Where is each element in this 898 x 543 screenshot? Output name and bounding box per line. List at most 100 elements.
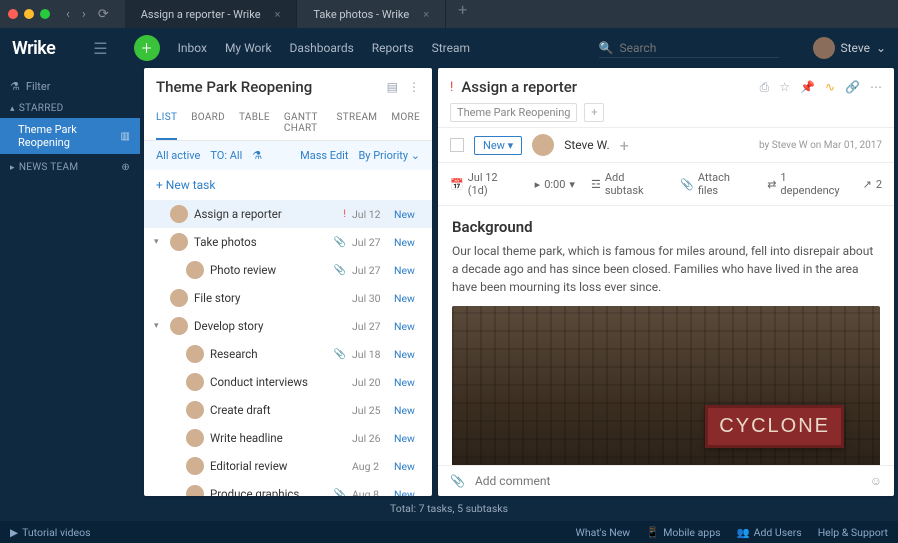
rss-icon[interactable]: ∿ — [825, 80, 835, 95]
tab-stream[interactable]: STREAM — [337, 106, 378, 140]
task-title: Conduct interviews — [210, 375, 346, 389]
global-add-button[interactable]: + — [134, 35, 160, 61]
breadcrumb-add[interactable]: + — [584, 103, 604, 122]
avatar — [186, 429, 204, 447]
mobile-apps-link[interactable]: 📱 Mobile apps — [646, 526, 720, 539]
nav-mywork[interactable]: My Work — [225, 41, 272, 55]
tutorial-link[interactable]: ▶ Tutorial videos — [10, 526, 90, 539]
status-pill[interactable]: New ▾ — [474, 136, 522, 155]
complete-checkbox[interactable] — [450, 138, 464, 152]
task-row[interactable]: Photo review📎Jul 27New — [144, 256, 432, 284]
sidebar-item-label: Theme Park Reopening — [18, 123, 121, 149]
nav-inbox[interactable]: Inbox — [178, 41, 207, 55]
more-icon[interactable]: ⋮ — [408, 80, 420, 94]
add-assignee-button[interactable]: + — [620, 136, 629, 155]
created-by: by Steve W on Mar 01, 2017 — [759, 140, 882, 151]
sidebar-filter[interactable]: ⚗Filter — [0, 78, 140, 95]
task-row[interactable]: Write headlineJul 26New — [144, 424, 432, 452]
share-button[interactable]: ↗ 2 — [863, 178, 882, 191]
task-row[interactable]: File storyJul 30New — [144, 284, 432, 312]
nav-refresh-icon[interactable]: ⟳ — [98, 7, 109, 22]
link-icon[interactable]: 🔗 — [845, 80, 860, 95]
sidebar-group-starred[interactable]: ▴STARRED — [0, 95, 140, 118]
sidebar-item-theme-park[interactable]: Theme Park Reopening▥ — [0, 118, 140, 154]
attach-icon[interactable]: 📎 — [450, 474, 465, 488]
search-input[interactable] — [619, 41, 778, 55]
pin-icon[interactable]: 📌 — [800, 80, 815, 95]
task-status: New — [394, 320, 422, 333]
task-title: Create draft — [210, 403, 346, 417]
star-icon[interactable]: ☆ — [779, 80, 790, 95]
sort-button[interactable]: By Priority ⌄ — [358, 149, 420, 162]
minimize-window-icon[interactable] — [24, 9, 34, 19]
add-subtask-button[interactable]: ☲ Add subtask — [591, 171, 664, 197]
user-menu[interactable]: Steve ⌄ — [813, 37, 887, 59]
help-link[interactable]: Help & Support — [818, 526, 888, 539]
task-title: Editorial review — [210, 459, 346, 473]
task-title: Develop story — [194, 319, 346, 333]
whats-new-link[interactable]: What's New — [576, 526, 631, 539]
tab-gantt[interactable]: GANTT CHART — [284, 106, 323, 140]
date-field[interactable]: 📅 Jul 12 (1d) — [450, 171, 519, 197]
task-row[interactable]: Editorial reviewAug 2New — [144, 452, 432, 480]
task-row[interactable]: Conduct interviewsJul 20New — [144, 368, 432, 396]
expand-icon[interactable]: ▾ — [154, 321, 164, 331]
comment-input[interactable] — [475, 474, 860, 488]
filter-to[interactable]: TO: All — [210, 149, 242, 162]
nav-forward-icon[interactable]: › — [82, 7, 86, 22]
maximize-window-icon[interactable] — [40, 9, 50, 19]
task-row[interactable]: Assign a reporter!Jul 12New — [144, 200, 432, 228]
add-users-link[interactable]: 👥 Add Users — [737, 526, 802, 539]
task-title[interactable]: Assign a reporter — [461, 78, 751, 96]
task-row[interactable]: ▾Take photos📎Jul 27New — [144, 228, 432, 256]
tab-board[interactable]: BOARD — [191, 106, 225, 140]
sidebar-group-newsteam[interactable]: ▸NEWS TEAM⊕ — [0, 154, 140, 177]
close-window-icon[interactable] — [8, 9, 18, 19]
archive-icon[interactable]: ▤ — [387, 80, 398, 94]
expand-icon[interactable]: ▾ — [154, 237, 164, 247]
print-icon[interactable]: ⎙ — [760, 80, 770, 95]
attach-button[interactable]: 📎 Attach files — [680, 171, 751, 197]
description-body: Our local theme park, which is famous fo… — [452, 242, 880, 296]
time-field[interactable]: ▸ 0:00 ▾ — [535, 178, 575, 191]
task-row[interactable]: Research📎Jul 18New — [144, 340, 432, 368]
add-tab-button[interactable]: + — [446, 0, 479, 28]
app-logo[interactable]: Wrike — [12, 38, 55, 59]
mass-edit-button[interactable]: Mass Edit — [300, 149, 348, 162]
assignee-name[interactable]: Steve W. — [564, 138, 610, 152]
new-task-button[interactable]: + New task — [144, 170, 432, 200]
tab-table[interactable]: TABLE — [239, 106, 270, 140]
search-box[interactable]: 🔍 — [599, 39, 779, 58]
filter-icon[interactable]: ⚗ — [252, 149, 262, 162]
nav-stream[interactable]: Stream — [432, 41, 470, 55]
filter-all-active[interactable]: All active — [156, 149, 200, 162]
task-date: Jul 12 — [352, 208, 388, 221]
task-date: Jul 26 — [352, 432, 388, 445]
avatar — [186, 345, 204, 363]
dependency-button[interactable]: ⇄ 1 dependency — [767, 171, 846, 197]
close-tab-icon[interactable]: × — [423, 8, 429, 21]
nav-dashboards[interactable]: Dashboards — [290, 41, 354, 55]
topbar: Wrike ☰ + Inbox My Work Dashboards Repor… — [0, 28, 898, 68]
window-tab[interactable]: Take photos - Wrike× — [297, 0, 446, 28]
task-row[interactable]: Create draftJul 25New — [144, 396, 432, 424]
close-tab-icon[interactable]: × — [275, 8, 281, 21]
nav-back-icon[interactable]: ‹ — [66, 7, 70, 22]
hamburger-icon[interactable]: ☰ — [93, 39, 107, 58]
tab-list[interactable]: LIST — [156, 106, 177, 140]
task-description[interactable]: Background Our local theme park, which i… — [438, 206, 894, 465]
task-status: New — [394, 264, 422, 277]
window-tabs: Assign a reporter - Wrike× Take photos -… — [125, 0, 890, 28]
attachment-icon: 📎 — [334, 265, 346, 276]
emoji-icon[interactable]: ☺ — [870, 474, 882, 488]
window-tab[interactable]: Assign a reporter - Wrike× — [125, 0, 298, 28]
tab-more[interactable]: MORE — [391, 106, 420, 140]
more-icon[interactable]: ⋯ — [870, 80, 882, 95]
breadcrumb-item[interactable]: Theme Park Reopening — [450, 103, 577, 122]
attached-image[interactable]: CYCLONE — [452, 306, 880, 465]
add-icon[interactable]: ⊕ — [121, 162, 130, 173]
task-row[interactable]: ▾Develop storyJul 27New — [144, 312, 432, 340]
nav-reports[interactable]: Reports — [372, 41, 414, 55]
task-status: New — [394, 348, 422, 361]
task-row[interactable]: Produce graphics📎Aug 8New — [144, 480, 432, 496]
